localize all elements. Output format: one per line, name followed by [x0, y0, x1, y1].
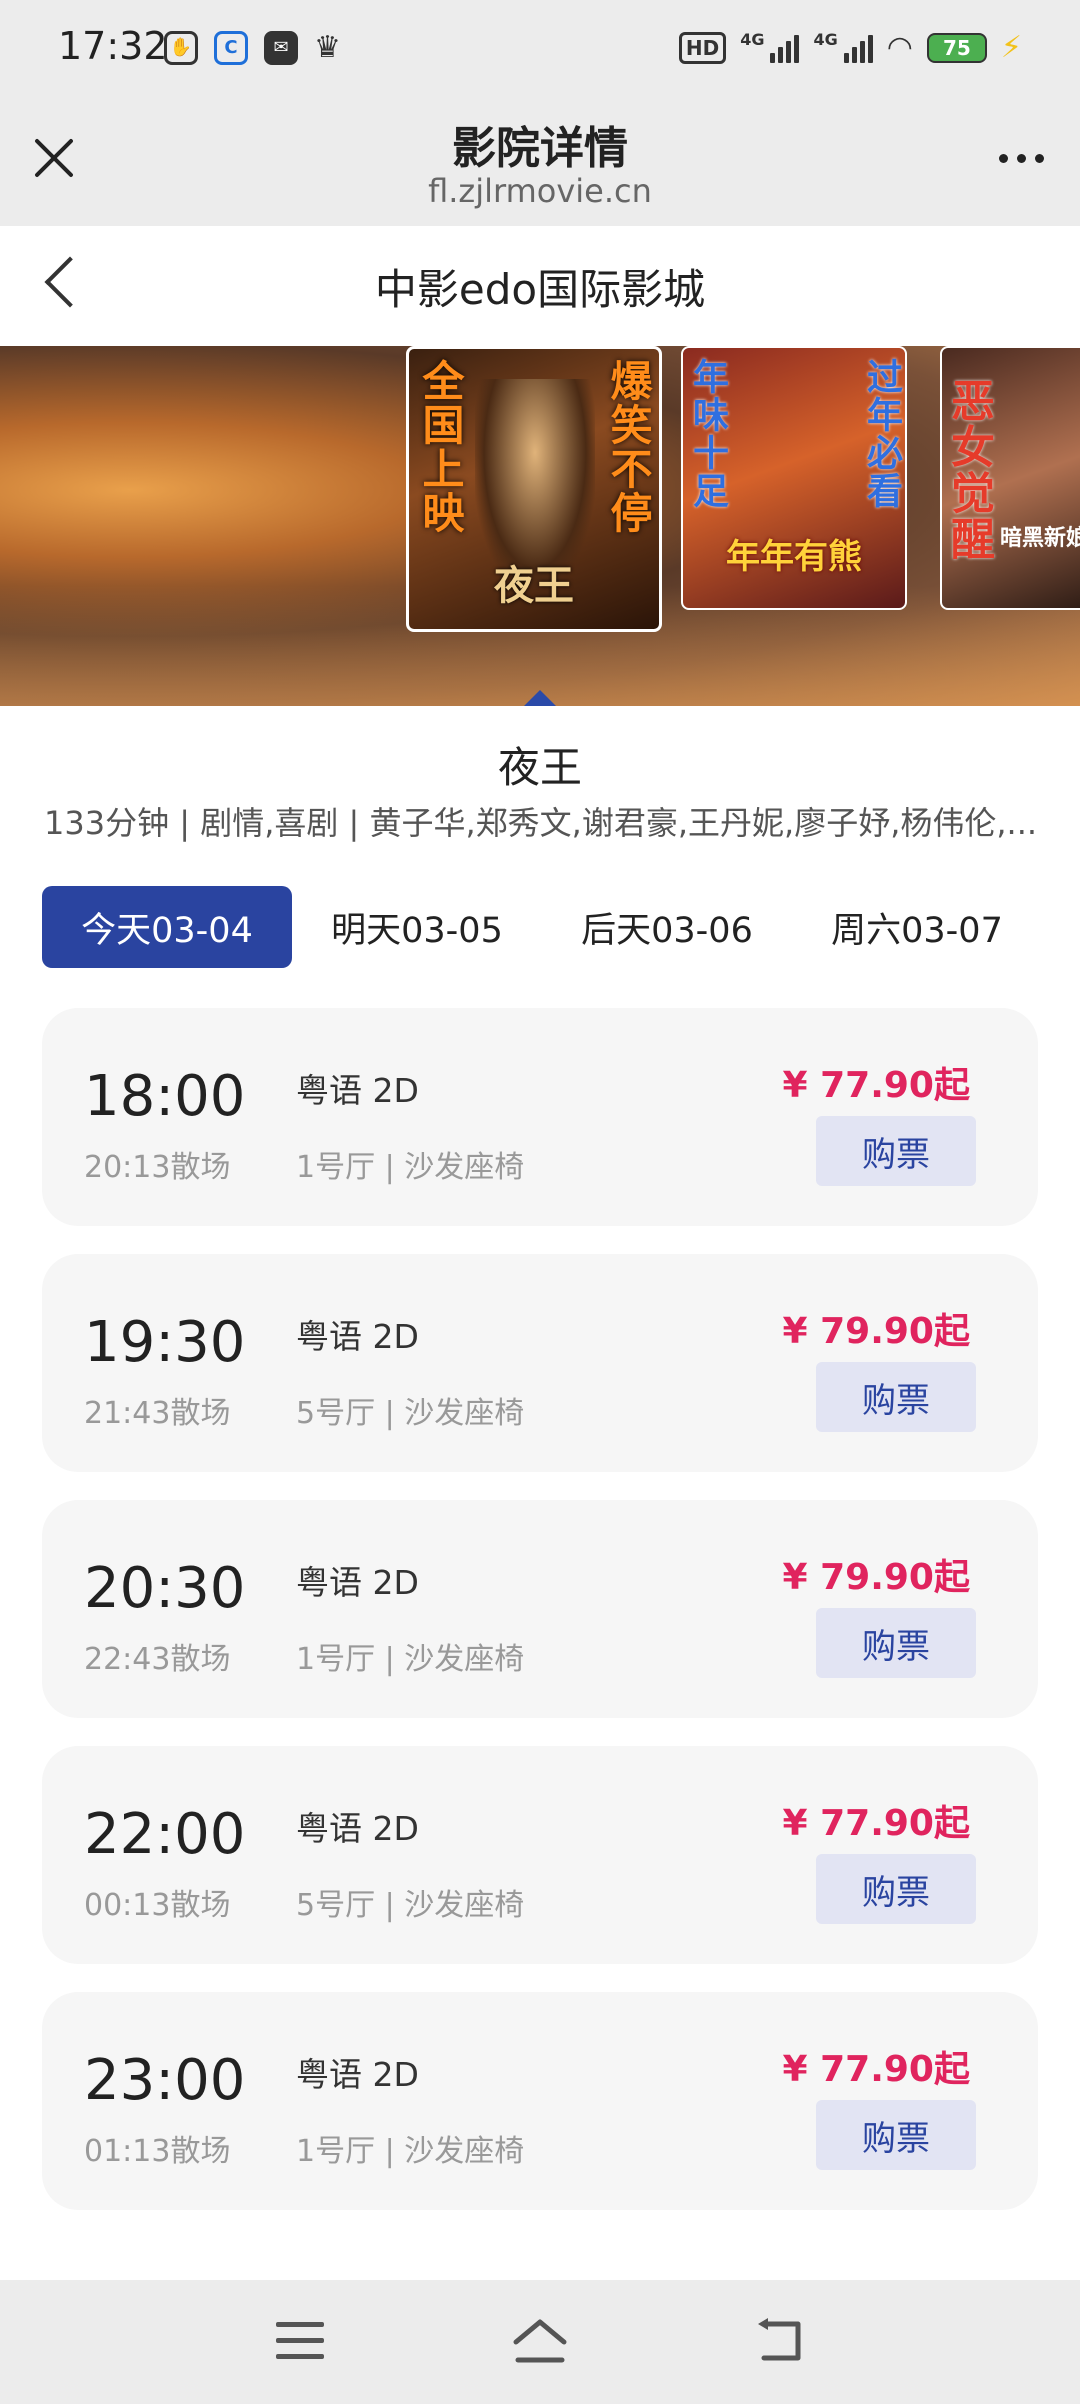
- session-hall: 5号厅 | 沙发座椅: [296, 1396, 525, 1431]
- session-price: ¥ 77.90起: [782, 1803, 970, 1844]
- status-bar: 17:32 ✋ C ✉ ♛ HD 4G 4G ◠ 75 ⚡: [0, 0, 1080, 96]
- poster-bride[interactable]: 恶女觉醒 暗黑新娘: [940, 346, 1080, 610]
- movie-title: 夜王: [497, 743, 582, 792]
- browser-title: 影院详情: [452, 123, 628, 174]
- network-label-2: 4G: [813, 30, 838, 49]
- session-end-time: 20:13散场: [84, 1150, 231, 1185]
- session-price: ¥ 79.90起: [782, 1557, 970, 1598]
- session-end-time: 21:43散场: [84, 1396, 231, 1431]
- status-right-icons: HD 4G 4G ◠ 75 ⚡: [678, 30, 1022, 65]
- session-price: ¥ 77.90起: [782, 2049, 970, 2090]
- session-end-time: 00:13散场: [84, 1888, 231, 1923]
- session-start-time: 23:00: [84, 2048, 246, 2113]
- session-list: 18:00 20:13散场 粤语 2D 1号厅 | 沙发座椅 ¥ 77.90起 …: [42, 1008, 1038, 2238]
- browser-header: 影院详情 fl.zjlrmovie.cn: [0, 96, 1080, 226]
- buy-ticket-button[interactable]: 购票: [816, 1116, 976, 1186]
- tab-date-tomorrow[interactable]: 明天03-05: [292, 886, 542, 968]
- back-icon[interactable]: [754, 2318, 806, 2364]
- poster-title-text: 暗黑新娘: [1000, 526, 1080, 551]
- session-hall: 1号厅 | 沙发座椅: [296, 1150, 525, 1185]
- poster-right-text: 过年必看: [861, 358, 902, 510]
- session-start-time: 22:00: [84, 1802, 246, 1867]
- crown-icon: ♛: [314, 30, 341, 65]
- session-end-time: 01:13散场: [84, 2134, 231, 2169]
- session-language: 粤语 2D: [296, 1809, 419, 1848]
- session-start-time: 18:00: [84, 1064, 246, 1129]
- signal-icon-2: [843, 33, 873, 63]
- poster-left-text: 年味十足: [687, 358, 728, 510]
- movie-meta: 133分钟 | 剧情,喜剧 | 黄子华,郑秀文,谢君豪,王丹妮,廖子妤,杨伟伦,…: [44, 804, 1038, 842]
- session-card[interactable]: 22:00 00:13散场 粤语 2D 5号厅 | 沙发座椅 ¥ 77.90起 …: [42, 1746, 1038, 1964]
- session-hall: 5号厅 | 沙发座椅: [296, 1888, 525, 1923]
- hand-icon: ✋: [164, 30, 198, 65]
- session-price: ¥ 77.90起: [782, 1065, 970, 1106]
- selected-poster-pointer: [524, 690, 556, 706]
- tab-date-saturday[interactable]: 周六03-07: [792, 886, 1042, 968]
- page-nav: 中影edo国际影城: [0, 226, 1080, 346]
- poster-title-text: 年年有熊: [726, 537, 862, 577]
- status-time: 17:32: [58, 24, 168, 68]
- browser-url: fl.zjlrmovie.cn: [428, 172, 652, 210]
- date-tabs: 今天03-04 明天03-05 后天03-06 周六03-07: [42, 886, 1062, 968]
- buy-ticket-button[interactable]: 购票: [816, 1854, 976, 1924]
- poster-left-text: 全国上映: [416, 359, 465, 535]
- system-nav-bar: [0, 2280, 1080, 2404]
- session-start-time: 20:30: [84, 1556, 246, 1621]
- session-start-time: 19:30: [84, 1310, 246, 1375]
- tab-date-day-after[interactable]: 后天03-06: [542, 886, 792, 968]
- home-icon[interactable]: [510, 2316, 570, 2366]
- page-title: 中影edo国际影城: [374, 265, 706, 314]
- session-price: ¥ 79.90起: [782, 1311, 970, 1352]
- battery-icon: 75: [926, 32, 987, 63]
- session-language: 粤语 2D: [296, 1317, 419, 1356]
- session-card[interactable]: 20:30 22:43散场 粤语 2D 1号厅 | 沙发座椅 ¥ 79.90起 …: [42, 1500, 1038, 1718]
- session-card[interactable]: 19:30 21:43散场 粤语 2D 5号厅 | 沙发座椅 ¥ 79.90起 …: [42, 1254, 1038, 1472]
- network-label-1: 4G: [740, 30, 765, 49]
- more-icon[interactable]: [999, 154, 1044, 163]
- poster-carousel[interactable]: 全国上映 爆笑不停 夜王 年味十足 过年必看 年年有熊 恶女觉醒 暗黑新娘: [0, 346, 1080, 706]
- session-language: 粤语 2D: [296, 2055, 419, 2094]
- session-end-time: 22:43散场: [84, 1642, 231, 1677]
- status-left-icons: ✋ C ✉ ♛: [164, 30, 341, 65]
- wifi-icon: ◠: [886, 30, 913, 65]
- poster-ye-wang[interactable]: 全国上映 爆笑不停 夜王: [406, 346, 662, 632]
- charging-icon: ⚡: [1000, 30, 1022, 65]
- mail-icon: ✉: [264, 30, 298, 65]
- session-card[interactable]: 23:00 01:13散场 粤语 2D 1号厅 | 沙发座椅 ¥ 77.90起 …: [42, 1992, 1038, 2210]
- tab-date-today[interactable]: 今天03-04: [42, 886, 292, 968]
- poster-title-text: 夜王: [494, 563, 574, 609]
- browser-c-icon: C: [214, 30, 248, 65]
- hd-icon: HD: [678, 31, 727, 64]
- session-hall: 1号厅 | 沙发座椅: [296, 1642, 525, 1677]
- buy-ticket-button[interactable]: 购票: [816, 1608, 976, 1678]
- buy-ticket-button[interactable]: 购票: [816, 2100, 976, 2170]
- session-hall: 1号厅 | 沙发座椅: [296, 2134, 525, 2169]
- session-language: 粤语 2D: [296, 1071, 419, 1110]
- poster-bear[interactable]: 年味十足 过年必看 年年有熊: [681, 346, 907, 610]
- signal-icon-1: [770, 33, 800, 63]
- poster-right-text: 爆笑不停: [604, 359, 653, 535]
- poster-left-text: 恶女觉醒: [943, 378, 994, 562]
- menu-icon[interactable]: [276, 2322, 324, 2360]
- session-language: 粤语 2D: [296, 1563, 419, 1602]
- session-card[interactable]: 18:00 20:13散场 粤语 2D 1号厅 | 沙发座椅 ¥ 77.90起 …: [42, 1008, 1038, 1226]
- buy-ticket-button[interactable]: 购票: [816, 1362, 976, 1432]
